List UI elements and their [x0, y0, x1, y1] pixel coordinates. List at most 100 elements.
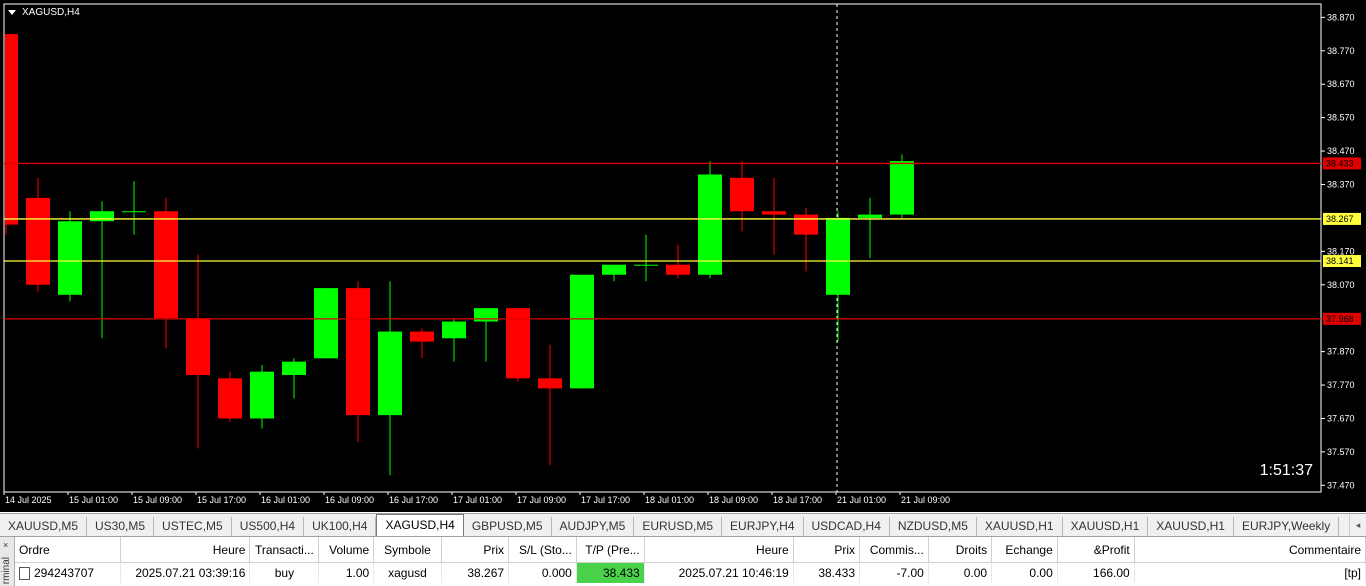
chart-tab[interactable]: EURJPY,Weekly: [1234, 517, 1340, 536]
candle-body: [538, 378, 562, 389]
column-header[interactable]: Heure: [644, 537, 794, 563]
column-header[interactable]: Transacti...: [249, 537, 320, 563]
chart-tab[interactable]: EURUSD,M5: [634, 517, 723, 536]
table-cell: 38.267: [441, 562, 510, 583]
candle-body: [698, 174, 722, 275]
price-label: 37.470: [1327, 480, 1355, 490]
column-header[interactable]: Prix: [441, 537, 510, 563]
chart-tab[interactable]: USTEC,M5: [154, 517, 232, 536]
column-header[interactable]: Volume: [318, 537, 375, 563]
table-cell: 2025.07.21 10:46:19: [644, 562, 794, 583]
price-level-label: 37.968: [1326, 314, 1354, 324]
candle-body: [378, 331, 402, 416]
chart-tab[interactable]: US30,M5: [87, 517, 155, 536]
time-label: 15 Jul 01:00: [69, 495, 118, 505]
chart-tab[interactable]: AUDJPY,M5: [552, 517, 635, 536]
column-header[interactable]: Prix: [793, 537, 861, 563]
column-header[interactable]: Echange: [991, 537, 1058, 563]
chart-tab[interactable]: XAGUSD,H4: [376, 514, 464, 536]
column-header[interactable]: T/P (Pre...: [576, 537, 645, 563]
candle-body: [666, 264, 690, 275]
candle-body: [250, 371, 274, 419]
time-label: 18 Jul 17:00: [773, 495, 822, 505]
price-chart[interactable]: 38.870 38.770 38.670 38.570 38.470 38.370 38.1…: [0, 0, 1366, 512]
candle-body: [282, 361, 306, 376]
table-cell: 0.000: [508, 562, 577, 583]
chart-symbol-title[interactable]: XAGUSD,H4: [8, 7, 80, 18]
chart-tabs: XAUUSD,M5 US30,M5 USTEC,M5 US500,H4 UK100,H4…: [0, 513, 1366, 536]
price-label: 37.870: [1327, 347, 1355, 357]
candle-body: [154, 211, 178, 319]
chart-tab[interactable]: XAUUSD,H1: [1148, 517, 1234, 536]
candle-body: [26, 197, 50, 285]
history-table: Ordre Heure Transacti... Volume Symbole Prix S…: [15, 537, 1366, 583]
chart-tab[interactable]: XAUUSD,M5: [0, 517, 88, 536]
candle-body: [58, 221, 82, 295]
price-level-label: 38.267: [1326, 214, 1354, 224]
price-label: 38.470: [1327, 146, 1355, 156]
time-label: 16 Jul 17:00: [389, 495, 438, 505]
terminal-side-label: rminal: [1, 556, 12, 584]
column-header[interactable]: Commis...: [859, 537, 929, 563]
candle-body: [218, 378, 242, 419]
close-icon[interactable]: ×: [3, 540, 8, 550]
table-cell: -7.00: [859, 562, 929, 583]
time-label: 15 Jul 09:00: [133, 495, 182, 505]
price-label: 37.570: [1327, 447, 1355, 457]
time-label: 18 Jul 01:00: [645, 495, 694, 505]
chart-tab[interactable]: EURJPY,H4: [722, 517, 804, 536]
time-label: 17 Jul 01:00: [453, 495, 502, 505]
time-label: 17 Jul 17:00: [581, 495, 630, 505]
candle-body: [90, 211, 114, 222]
candle-body: [762, 211, 786, 215]
table-cell: 2025.07.21 03:39:16: [120, 562, 251, 583]
column-header[interactable]: S/L (Sto...: [508, 537, 577, 563]
price-label: 38.370: [1327, 179, 1355, 189]
chart-tab[interactable]: XAUUSD,H1: [977, 517, 1063, 536]
dropdown-arrow-icon[interactable]: [8, 10, 16, 15]
chart-tab[interactable]: US500,H4: [232, 517, 305, 536]
price-level-label: 38.433: [1326, 158, 1354, 168]
table-cell: buy: [249, 562, 320, 583]
candle-body: [442, 321, 466, 339]
candle-body: [5, 34, 18, 225]
time-label: 15 Jul 17:00: [197, 495, 246, 505]
chart-tab[interactable]: GBPUSD,M5: [464, 517, 552, 536]
time-label: 18 Jul 09:00: [709, 495, 758, 505]
column-header[interactable]: Droits: [928, 537, 993, 563]
price-label: 38.770: [1327, 46, 1355, 56]
column-header[interactable]: Ordre: [15, 537, 121, 563]
terminal-side-handle[interactable]: × rminal: [0, 537, 15, 586]
chart-tab[interactable]: USDCAD,H4: [804, 517, 890, 536]
table-cell: xagusd: [373, 562, 442, 583]
candle-body: [858, 214, 882, 218]
table-cell: 38.433: [576, 562, 645, 583]
chart-tab[interactable]: XAUUSD,H1: [1063, 517, 1149, 536]
table-cell: 38.433: [793, 562, 861, 583]
candle-body: [634, 264, 658, 266]
table-row[interactable]: 294243707 2025.07.21 03:39:16 buy 1.00 xagus…: [15, 562, 1366, 583]
chart-canvas[interactable]: 38.870 38.770 38.670 38.570 38.470 38.370 38.1…: [0, 0, 1366, 512]
chart-tab[interactable]: UK100,H4: [304, 517, 377, 536]
candle-body: [314, 288, 338, 359]
order-number: 294243707: [34, 565, 95, 580]
price-label: 38.070: [1327, 280, 1355, 290]
order-icon: [19, 567, 30, 581]
candle-body: [794, 214, 818, 235]
candle-body: [826, 217, 850, 295]
candle-body: [122, 211, 146, 213]
column-header[interactable]: Commentaire: [1134, 537, 1366, 563]
column-header[interactable]: Symbole: [373, 537, 442, 563]
candle-body: [890, 161, 914, 215]
chart-symbol-label: XAGUSD,H4: [22, 7, 80, 18]
price-label: 37.670: [1327, 413, 1355, 423]
candle-body: [346, 288, 370, 416]
candle-body: [730, 177, 754, 212]
column-header[interactable]: Heure: [120, 537, 251, 563]
candle-body: [474, 308, 498, 322]
candle-body: [410, 331, 434, 342]
column-header[interactable]: &Profit: [1057, 537, 1135, 563]
time-label: 16 Jul 01:00: [261, 495, 310, 505]
chart-tab[interactable]: NZDUSD,M5: [890, 517, 977, 536]
tabs-scroll-icon[interactable]: ◂: [1349, 514, 1366, 536]
